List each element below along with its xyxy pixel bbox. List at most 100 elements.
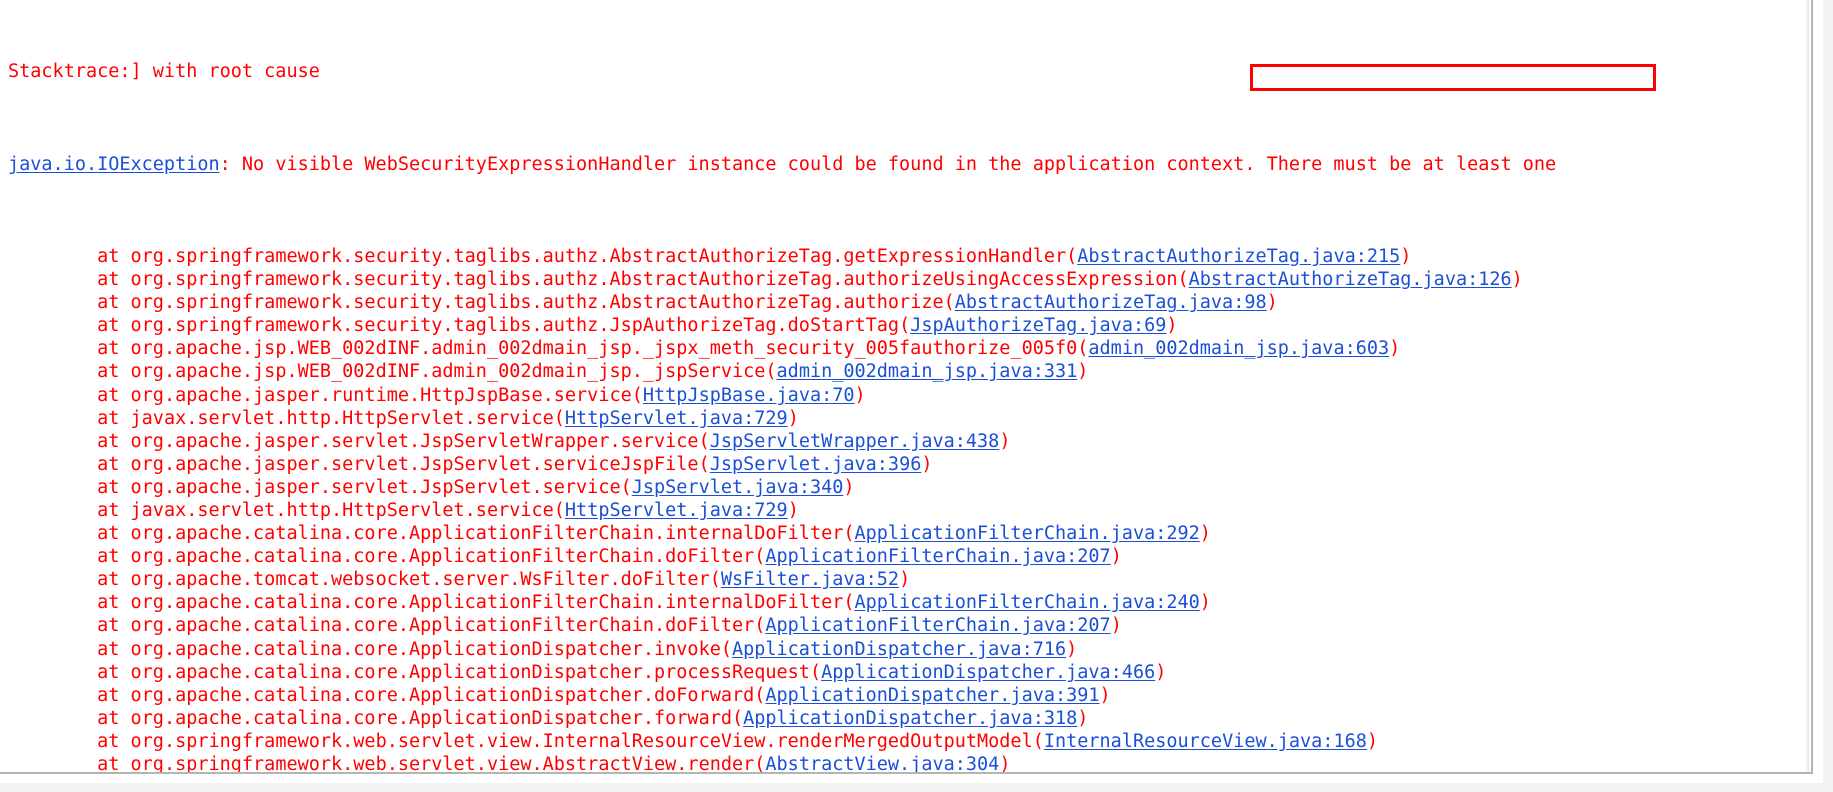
frame-source-link[interactable]: AbstractAuthorizeTag.java:126: [1189, 269, 1512, 290]
frame-source-link[interactable]: admin_002dmain_jsp.java:603: [1088, 338, 1389, 359]
frame-source-link[interactable]: HttpJspBase.java:70: [643, 385, 855, 406]
frame-method: org.apache.catalina.core.ApplicationFilt…: [130, 615, 755, 637]
frame-close-paren: ): [999, 430, 1011, 452]
frame-source-link[interactable]: AbstractAuthorizeTag.java:98: [955, 292, 1267, 313]
frame-open-paren: (: [765, 361, 777, 383]
frame-close-paren: ): [1110, 546, 1122, 568]
frame-method: org.springframework.security.taglibs.aut…: [130, 269, 1178, 291]
stacktrace-frame: at javax.servlet.http.HttpServlet.servic…: [8, 499, 1811, 522]
frame-method: org.apache.catalina.core.ApplicationFilt…: [130, 546, 755, 568]
stacktrace-frame: at org.apache.jasper.servlet.JspServlet.…: [8, 453, 1811, 476]
frame-source-link[interactable]: WsFilter.java:52: [721, 569, 899, 590]
frame-close-paren: ): [1155, 661, 1167, 683]
frame-close-paren: ): [1099, 684, 1111, 706]
frame-source-link[interactable]: HttpServlet.java:729: [565, 500, 788, 521]
frame-open-paren: (: [553, 407, 565, 429]
frame-method: org.apache.jasper.servlet.JspServlet.ser…: [130, 453, 699, 475]
stacktrace-frame: at org.springframework.web.servlet.view.…: [8, 753, 1811, 772]
stacktrace-container: Stacktrace:] with root cause java.io.IOE…: [8, 14, 1811, 772]
frame-method: org.apache.catalina.core.ApplicationDisp…: [130, 684, 755, 706]
frame-source-link[interactable]: JspServlet.java:396: [710, 454, 922, 475]
frame-close-paren: ): [1166, 315, 1178, 337]
stacktrace-frame: at org.springframework.security.taglibs.…: [8, 268, 1811, 291]
frame-method: org.apache.jasper.runtime.HttpJspBase.se…: [130, 384, 632, 406]
frame-source-link[interactable]: ApplicationFilterChain.java:207: [765, 615, 1110, 636]
frame-method: org.springframework.security.taglibs.aut…: [130, 292, 944, 314]
frame-indent: at: [8, 269, 131, 291]
frame-open-paren: (: [698, 430, 710, 452]
frame-source-link[interactable]: JspAuthorizeTag.java:69: [910, 315, 1166, 336]
exception-type-link[interactable]: java.io.IOException: [8, 154, 220, 175]
frame-source-link[interactable]: ApplicationFilterChain.java:292: [855, 523, 1200, 544]
frame-close-paren: ): [1389, 338, 1401, 360]
frame-close-paren: ): [1199, 523, 1211, 545]
exception-separator: :: [219, 153, 242, 175]
frame-source-link[interactable]: ApplicationDispatcher.java:716: [732, 639, 1066, 660]
frame-indent: at: [8, 292, 131, 314]
frame-source-link[interactable]: ApplicationDispatcher.java:391: [765, 685, 1099, 706]
stacktrace-frame: at org.apache.catalina.core.ApplicationF…: [8, 545, 1811, 568]
stacktrace-frame: at org.apache.catalina.core.ApplicationD…: [8, 661, 1811, 684]
frame-source-link[interactable]: admin_002dmain_jsp.java:331: [777, 361, 1078, 382]
frame-method: org.apache.catalina.core.ApplicationFilt…: [130, 523, 844, 545]
frame-open-paren: (: [899, 315, 911, 337]
frame-indent: at: [8, 569, 131, 591]
stacktrace-frame: at org.apache.catalina.core.ApplicationD…: [8, 638, 1811, 661]
frame-method: org.springframework.web.servlet.view.Int…: [130, 730, 1033, 752]
error-page-frame: Stacktrace:] with root cause java.io.IOE…: [0, 0, 1833, 792]
frame-source-link[interactable]: ApplicationDispatcher.java:318: [743, 708, 1077, 729]
frame-source-link[interactable]: JspServlet.java:340: [632, 477, 844, 498]
frame-indent: at: [8, 684, 131, 706]
stacktrace-frame: at org.apache.jasper.runtime.HttpJspBase…: [8, 384, 1811, 407]
stacktrace-frame: at org.apache.catalina.core.ApplicationD…: [8, 707, 1811, 730]
error-page-surface: Stacktrace:] with root cause java.io.IOE…: [0, 0, 1813, 774]
frame-open-paren: (: [631, 384, 643, 406]
frame-indent: at: [8, 453, 131, 475]
frame-close-paren: ): [1511, 269, 1523, 291]
frame-method: javax.servlet.http.HttpServlet.service: [130, 407, 554, 429]
frame-source-link[interactable]: AbstractView.java:304: [765, 754, 999, 772]
frame-method: org.apache.jasper.servlet.JspServletWrap…: [130, 430, 699, 452]
frame-source-link[interactable]: ApplicationFilterChain.java:240: [855, 592, 1200, 613]
frame-open-paren: (: [1077, 338, 1089, 360]
frame-indent: at: [8, 476, 131, 498]
stacktrace-frame: at org.springframework.security.taglibs.…: [8, 314, 1811, 337]
stacktrace-frame: at org.apache.catalina.core.ApplicationF…: [8, 522, 1811, 545]
frame-open-paren: (: [698, 453, 710, 475]
frame-indent: at: [8, 615, 131, 637]
stacktrace-frame: at org.apache.jsp.WEB_002dINF.admin_002d…: [8, 360, 1811, 383]
stacktrace-frame: at org.apache.jsp.WEB_002dINF.admin_002d…: [8, 337, 1811, 360]
exception-line: java.io.IOException: No visible WebSecur…: [8, 153, 1811, 176]
frame-source-link[interactable]: AbstractAuthorizeTag.java:215: [1077, 246, 1400, 267]
stacktrace-frame: at javax.servlet.http.HttpServlet.servic…: [8, 407, 1811, 430]
frame-method: org.apache.catalina.core.ApplicationFilt…: [130, 592, 844, 614]
frame-close-paren: ): [1266, 292, 1278, 314]
frame-open-paren: (: [809, 661, 822, 683]
frame-indent: at: [8, 730, 131, 752]
frame-method: org.apache.jsp.WEB_002dINF.admin_002dmai…: [130, 361, 766, 383]
frame-indent: at: [8, 338, 131, 360]
stacktrace-frame: at org.apache.jasper.servlet.JspServlet.…: [8, 476, 1811, 499]
frame-method: org.springframework.security.taglibs.aut…: [130, 315, 900, 337]
stacktrace-frame: at org.apache.catalina.core.ApplicationD…: [8, 684, 1811, 707]
frame-indent: at: [8, 546, 131, 568]
stacktrace-frame: at org.springframework.web.servlet.view.…: [8, 730, 1811, 753]
frame-source-link[interactable]: JspServletWrapper.java:438: [710, 431, 1000, 452]
frame-open-paren: (: [943, 292, 955, 314]
frame-indent: at: [8, 661, 131, 683]
frame-close-paren: ): [854, 384, 866, 406]
frame-open-paren: (: [731, 707, 744, 729]
frame-indent: at: [8, 407, 131, 429]
frame-indent: at: [8, 430, 131, 452]
frame-source-link[interactable]: ApplicationFilterChain.java:207: [765, 546, 1110, 567]
frame-source-link[interactable]: HttpServlet.java:729: [565, 408, 788, 429]
frame-source-link[interactable]: ApplicationDispatcher.java:466: [821, 662, 1155, 683]
frame-open-paren: (: [754, 684, 766, 706]
exception-message: No visible WebSecurityExpressionHandler …: [241, 153, 1557, 175]
frame-indent: at: [8, 245, 131, 267]
frame-indent: at: [8, 499, 131, 521]
stacktrace-frame: at org.springframework.security.taglibs.…: [8, 245, 1811, 268]
frame-open-paren: (: [1177, 269, 1189, 291]
frame-method: org.springframework.security.taglibs.aut…: [130, 245, 1067, 267]
frame-source-link[interactable]: InternalResourceView.java:168: [1044, 731, 1367, 752]
